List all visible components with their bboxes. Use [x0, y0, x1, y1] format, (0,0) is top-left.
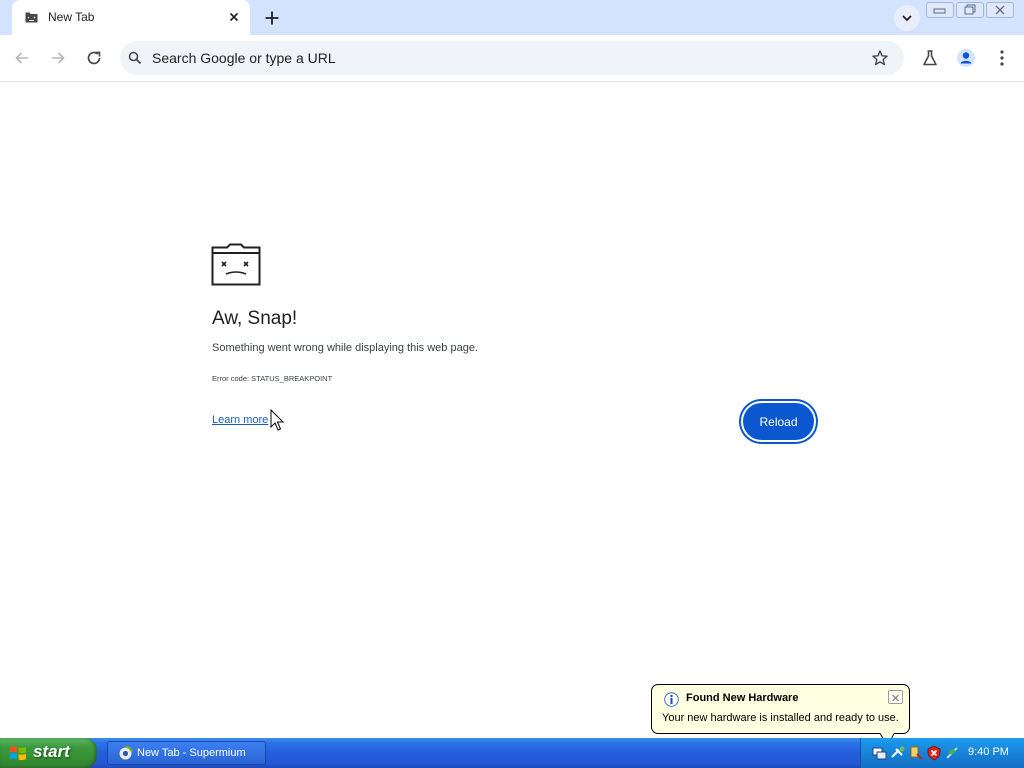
clock: 9:40 PM [968, 746, 1009, 758]
error-title: Aw, Snap! [212, 308, 298, 329]
browser-icon [118, 746, 133, 761]
tab-new-tab[interactable]: New Tab [12, 0, 250, 35]
mouse-cursor-icon [270, 409, 285, 431]
omnibox-placeholder: Search Google or type a URL [152, 50, 336, 66]
taskbar: start New Tab - Supermium 9:40 PM [0, 738, 1024, 768]
balloon-text: Your new hardware is installed and ready… [662, 712, 899, 724]
update-icon[interactable] [944, 745, 960, 761]
taskbar-item-label: New Tab - Supermium [137, 747, 246, 759]
system-tray: 9:40 PM [860, 738, 1024, 768]
minimize-icon [933, 8, 946, 14]
sad-tab-icon [211, 243, 261, 286]
close-icon [995, 5, 1005, 15]
search-icon [128, 51, 142, 65]
minimize-button[interactable] [926, 2, 954, 18]
forward-arrow-icon[interactable] [48, 48, 68, 68]
reload-icon[interactable] [84, 48, 104, 68]
close-window-button[interactable] [986, 2, 1014, 18]
kebab-menu-icon[interactable] [992, 48, 1012, 68]
taskbar-item-supermium[interactable]: New Tab - Supermium [107, 741, 266, 765]
window-controls [926, 2, 1018, 18]
windows-logo-icon [10, 746, 26, 761]
restore-button[interactable] [956, 2, 984, 18]
plus-icon[interactable] [262, 8, 282, 28]
hardware-shield-icon[interactable] [908, 745, 924, 761]
flask-icon[interactable] [920, 48, 940, 68]
balloon-notification: Found New Hardware Your new hardware is … [651, 684, 910, 734]
omnibox[interactable]: Search Google or type a URL [120, 41, 904, 75]
sad-tab-icon [25, 12, 38, 23]
safely-remove-hardware-icon[interactable] [890, 745, 906, 761]
close-icon [892, 694, 899, 702]
balloon-close-button[interactable] [888, 690, 903, 704]
info-icon [664, 692, 679, 707]
error-code: Error code: STATUS_BREAKPOINT [212, 374, 333, 383]
browser-toolbar: Search Google or type a URL [0, 35, 1024, 82]
learn-more-link[interactable]: Learn more [212, 414, 268, 426]
profile-icon[interactable] [956, 48, 976, 68]
reload-button[interactable]: Reload [741, 401, 816, 442]
tab-strip: New Tab [0, 0, 1024, 35]
back-arrow-icon[interactable] [12, 48, 32, 68]
error-message: Something went wrong while displaying th… [212, 342, 478, 354]
tab-search-button[interactable] [894, 5, 920, 31]
tab-title: New Tab [48, 10, 95, 24]
balloon-title: Found New Hardware [686, 692, 799, 704]
start-button[interactable]: start [0, 738, 97, 768]
start-label: start [33, 742, 70, 761]
chevron-down-icon [902, 15, 912, 22]
network-icon[interactable] [871, 745, 887, 761]
security-alert-icon[interactable] [926, 745, 942, 761]
close-icon[interactable] [227, 10, 241, 24]
restore-icon [964, 4, 976, 15]
star-icon[interactable] [871, 49, 889, 67]
